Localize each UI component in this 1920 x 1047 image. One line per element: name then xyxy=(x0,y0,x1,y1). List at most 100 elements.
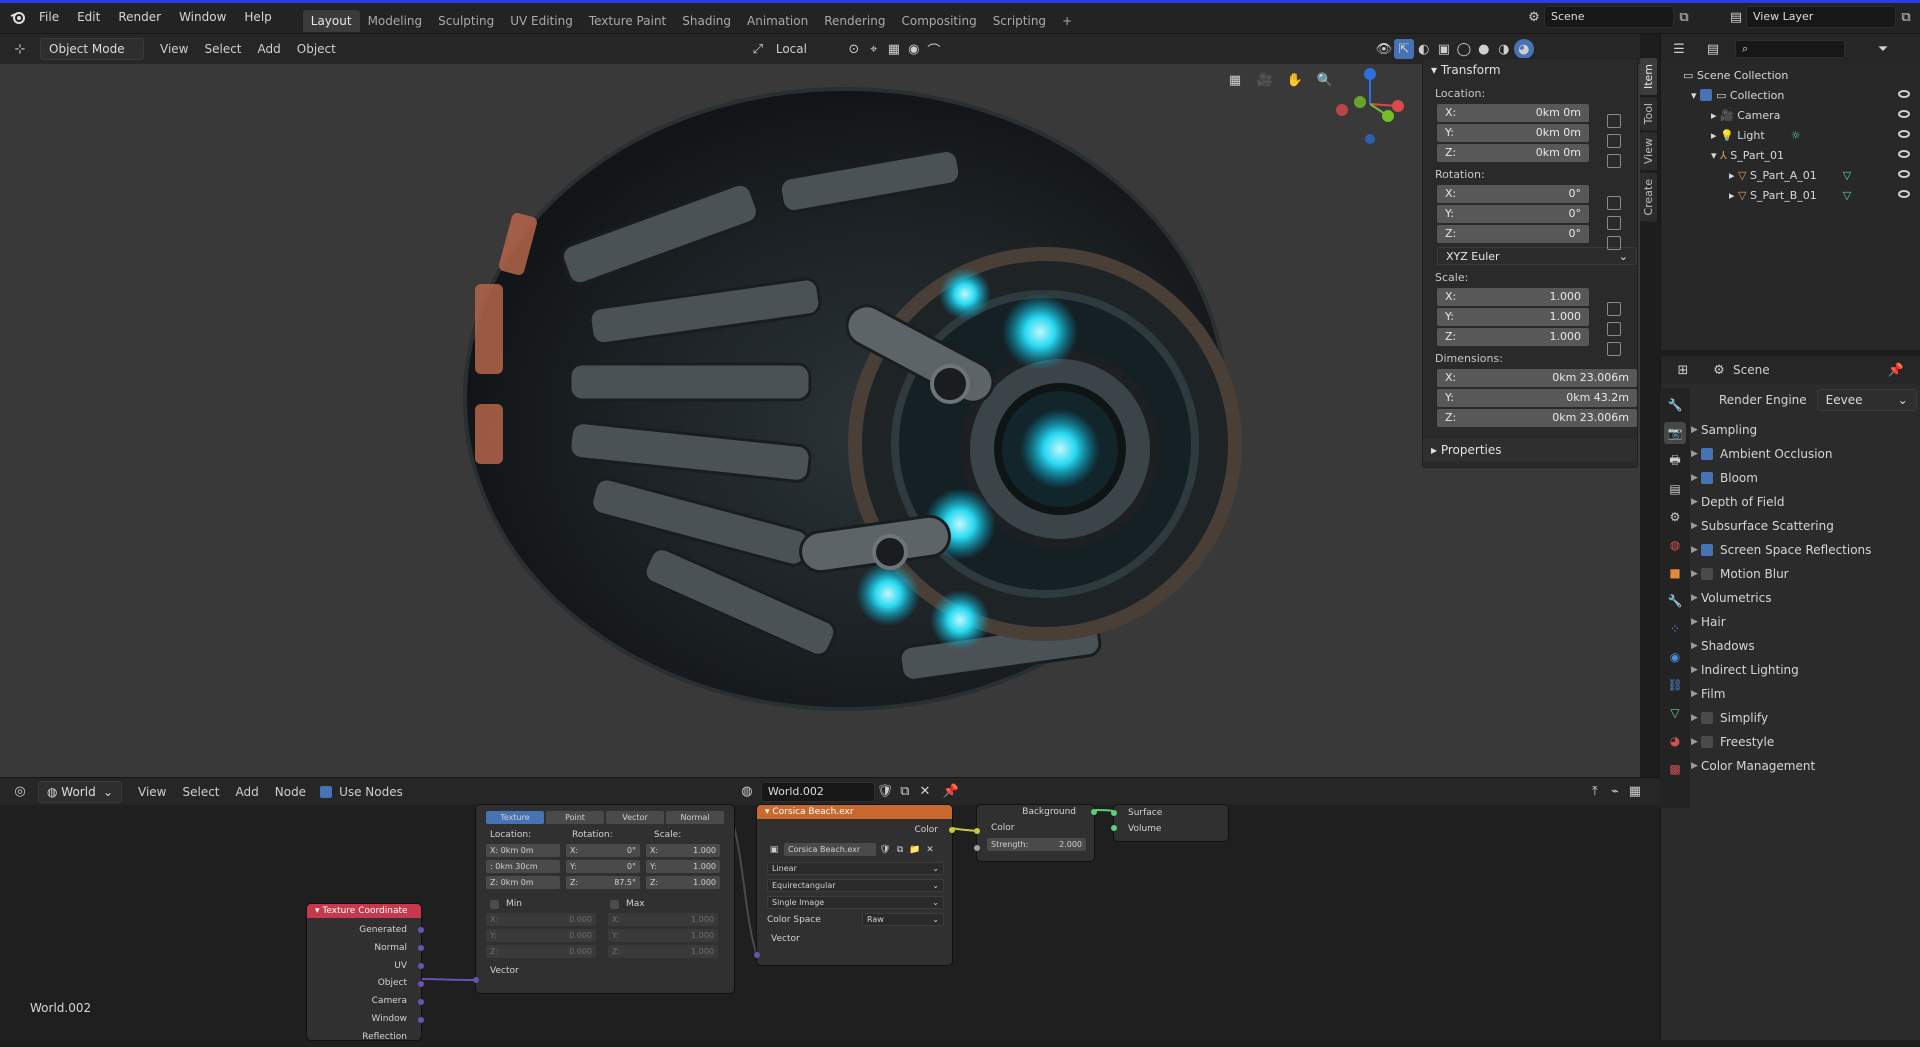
output-surface-input[interactable]: Surface xyxy=(1114,805,1228,818)
outliner-row-collection[interactable]: ▾ ▭ Collection xyxy=(1661,86,1920,106)
mapping-loc-z[interactable]: Z: 0km 0m xyxy=(486,876,560,889)
add-workspace-button[interactable]: + xyxy=(1054,10,1080,32)
material-shading-icon[interactable]: ◑ xyxy=(1494,39,1514,59)
tab-item[interactable]: Item xyxy=(1640,58,1657,96)
falloff-icon[interactable]: ⌒ xyxy=(924,39,944,59)
panel-ambient-occlusion[interactable]: ▶ Ambient Occlusion xyxy=(1661,442,1920,466)
lock-icon[interactable] xyxy=(1607,302,1621,316)
colorspace-dropdown[interactable]: Raw ⌄ xyxy=(862,913,944,926)
menu-edit[interactable]: Edit xyxy=(68,0,109,34)
eye-icon[interactable] xyxy=(1898,130,1910,138)
constraint-tab-icon[interactable]: ⛓ xyxy=(1664,674,1686,696)
checkbox-icon[interactable] xyxy=(1700,89,1713,101)
properties-editor-icon[interactable]: ⊞ xyxy=(1673,360,1693,380)
output-object[interactable]: Object xyxy=(307,975,407,993)
rotation-z-field[interactable]: Z: 0° xyxy=(1437,225,1589,243)
navigation-gizmo[interactable] xyxy=(1330,64,1410,144)
orientation-icon[interactable]: ⤢ xyxy=(748,39,768,59)
lock-icon[interactable] xyxy=(1607,114,1621,128)
scene-icon[interactable]: ⚙ xyxy=(1524,7,1544,27)
view-layer-selector[interactable]: View Layer xyxy=(1746,6,1896,28)
socket[interactable] xyxy=(418,945,424,951)
view-layer-icon[interactable]: ▤ xyxy=(1726,7,1746,27)
viewport-menu-add[interactable]: Add xyxy=(250,34,289,64)
node-editor-type-icon[interactable]: ◎ xyxy=(10,782,30,802)
mapping-scale-y[interactable]: Y: 1.000 xyxy=(646,860,720,873)
tab-uv-editing[interactable]: UV Editing xyxy=(502,10,581,32)
outliner-row-s-part-b-01[interactable]: ▸ ▽ S_Part_B_01 ▽ xyxy=(1661,186,1920,206)
location-y-field[interactable]: Y: 0km 0m xyxy=(1437,124,1589,142)
panel-motion-blur[interactable]: ▶ Motion Blur xyxy=(1661,562,1920,586)
mapping-node[interactable]: Texture Point Vector Normal Location: Ro… xyxy=(473,805,734,993)
background-node[interactable]: Background Color Strength: 2.000 xyxy=(974,805,1097,861)
panel-subsurface-scattering[interactable]: ▶ Subsurface Scattering xyxy=(1661,514,1920,538)
socket[interactable] xyxy=(473,977,479,983)
visibility-icon[interactable]: 👁 xyxy=(1374,39,1394,59)
render-engine-dropdown[interactable]: Eevee ⌄ xyxy=(1816,389,1917,411)
panel-indirect-lighting[interactable]: ▶ Indirect Lighting xyxy=(1661,658,1920,682)
grid-view-icon[interactable]: ▦ xyxy=(1225,70,1245,90)
checkbox-icon[interactable] xyxy=(1701,448,1713,460)
mapping-tab-vector[interactable]: Vector xyxy=(606,811,664,824)
snap-icon[interactable]: ⌖ xyxy=(864,39,884,59)
tab-modeling[interactable]: Modeling xyxy=(360,10,431,32)
panel-screen-space-reflections[interactable]: ▶ Screen Space Reflections xyxy=(1661,538,1920,562)
unlink-icon[interactable]: ✕ xyxy=(915,782,935,802)
menu-window[interactable]: Window xyxy=(170,0,235,34)
mapping-vector-input[interactable]: Vector xyxy=(476,958,734,976)
world-name-field[interactable]: World.002 xyxy=(760,781,875,802)
scene-selector[interactable]: Scene xyxy=(1544,6,1674,28)
wireframe-shading-icon[interactable]: ◯ xyxy=(1454,39,1474,59)
dimensions-x-field[interactable]: X: 0km 23.006m xyxy=(1437,369,1637,387)
lock-icon[interactable] xyxy=(1607,322,1621,336)
pivot-icon[interactable]: ⊙ xyxy=(844,39,864,59)
outliner-editor-icon[interactable]: ☰ xyxy=(1669,39,1689,59)
open-folder-icon[interactable]: 📁 xyxy=(909,844,921,856)
tool-tab-icon[interactable]: 🔧 xyxy=(1664,394,1686,416)
menu-help[interactable]: Help xyxy=(235,0,280,34)
mesh-data-tab-icon[interactable]: ▽ xyxy=(1664,702,1686,724)
mode-selector[interactable]: Object Mode xyxy=(40,38,144,60)
outliner-row-scene-collection[interactable]: ▭ Scene Collection xyxy=(1661,66,1920,86)
duplicate-icon[interactable]: ⧉ xyxy=(894,844,906,856)
node-menu-node[interactable]: Node xyxy=(267,777,314,807)
properties-panel-header[interactable]: ▸ Properties xyxy=(1423,439,1637,461)
particles-tab-icon[interactable]: ⁘ xyxy=(1664,618,1686,640)
modifier-tab-icon[interactable]: 🔧 xyxy=(1664,590,1686,612)
rendered-shading-icon[interactable]: ◕ xyxy=(1513,39,1534,59)
material-tab-icon[interactable]: ◕ xyxy=(1664,730,1686,752)
display-mode-icon[interactable]: ▤ xyxy=(1703,39,1723,59)
output-normal[interactable]: Normal xyxy=(307,940,407,958)
output-window[interactable]: Window xyxy=(307,1011,408,1029)
lock-icon[interactable] xyxy=(1607,196,1621,210)
socket[interactable] xyxy=(754,952,760,958)
panel-shadows[interactable]: ▶ Shadows xyxy=(1661,634,1920,658)
background-output[interactable]: Background xyxy=(977,805,1094,817)
node-menu-add[interactable]: Add xyxy=(228,777,267,807)
texture-coordinate-node[interactable]: ▾ Texture Coordinate Generated Normal UV… xyxy=(307,904,424,1042)
object-tab-icon[interactable]: ■ xyxy=(1664,562,1686,584)
checkbox-icon[interactable] xyxy=(1701,712,1713,724)
eye-icon[interactable] xyxy=(1898,190,1910,198)
checkbox-icon[interactable] xyxy=(1701,736,1713,748)
location-x-field[interactable]: X: 0km 0m xyxy=(1437,104,1589,122)
socket[interactable] xyxy=(949,827,955,833)
world-datablock-icon[interactable]: ◍ xyxy=(737,782,757,802)
transform-orientation-selector[interactable]: Local xyxy=(768,34,844,64)
outliner-row-s-part-01[interactable]: ▾ ⅄ S_Part_01 xyxy=(1661,146,1920,166)
panel-film[interactable]: ▶ Film xyxy=(1661,682,1920,706)
checkbox-icon[interactable] xyxy=(1701,568,1713,580)
panel-hair[interactable]: ▶ Hair xyxy=(1661,610,1920,634)
parent-node-tree-icon[interactable]: ⤒ xyxy=(1585,782,1605,802)
outliner-row-camera[interactable]: ▸ 🎥 Camera xyxy=(1661,106,1920,126)
lock-icon[interactable] xyxy=(1607,236,1621,250)
tab-tool[interactable]: Tool xyxy=(1640,97,1657,131)
mapping-loc-y[interactable]: : 0km 30cm xyxy=(486,860,560,873)
background-color-input[interactable]: Color xyxy=(977,817,1094,833)
socket[interactable] xyxy=(974,828,980,834)
shader-type-dropdown[interactable]: ◍ World ⌄ xyxy=(38,780,122,803)
envtex-color-output[interactable]: Color xyxy=(757,819,952,835)
blender-logo-icon[interactable] xyxy=(6,7,30,27)
output-camera[interactable]: Camera xyxy=(307,993,407,1011)
panel-freestyle[interactable]: ▶ Freestyle xyxy=(1661,730,1920,754)
